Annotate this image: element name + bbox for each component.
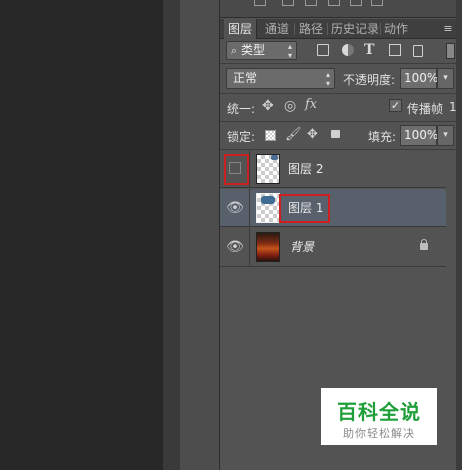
propagate-frame-label: 传播帧 [407, 102, 444, 116]
adjustment-filter-icon[interactable] [342, 44, 354, 56]
watermark-logo: 百科全说 助你轻松解决 [321, 388, 437, 445]
eye-icon[interactable]: 👁 [220, 228, 250, 266]
divider [220, 93, 456, 94]
lock-position-move-icon[interactable]: ✥ [307, 127, 318, 142]
divider [220, 121, 456, 122]
lock-shackle [421, 239, 427, 244]
type-filter-icon[interactable]: T [364, 42, 374, 58]
shape-filter-icon[interactable] [389, 44, 401, 56]
thumbnail-content [261, 196, 275, 204]
unify-position-icon[interactable]: ✥ [262, 98, 274, 114]
panel-menu-icon[interactable]: ≡ [440, 19, 456, 39]
tab-layers[interactable]: 图层 [224, 19, 258, 39]
layer-name[interactable]: 背景 [290, 228, 314, 266]
select-arrows-icon: ▴ ▾ [287, 42, 292, 60]
highlight-box [224, 154, 249, 185]
filter-kind-label: 类型 [241, 43, 266, 57]
unify-label: 统一: [227, 102, 256, 116]
lock-transparent-icon[interactable] [265, 130, 276, 141]
fill-input[interactable]: 100% [400, 125, 438, 146]
select-arrows-icon: ▴ ▾ [325, 70, 330, 88]
fill-label: 填充: [368, 130, 397, 144]
tab-paths[interactable]: 路径 [295, 19, 327, 39]
fill-dropdown-button[interactable]: ▾ [437, 125, 454, 146]
watermark-subtitle: 助你轻松解决 [343, 427, 415, 440]
lock-all-icon[interactable] [331, 130, 340, 138]
toolbar-icon[interactable] [350, 0, 362, 6]
tab-actions[interactable]: 动作 [380, 19, 412, 39]
layer-row[interactable] [220, 150, 446, 188]
search-icon: ⌕ [231, 44, 238, 57]
thumbnail-content [271, 155, 278, 160]
eye-icon[interactable]: 👁 [220, 189, 250, 227]
tab-history[interactable]: 历史记录 [327, 19, 383, 39]
opacity-label: 不透明度: [343, 73, 396, 87]
unify-visibility-icon[interactable]: ◎ [284, 98, 296, 114]
toolbar-icon[interactable] [328, 0, 340, 6]
unify-style-icon[interactable]: fx [305, 97, 317, 112]
toolbar-icon[interactable] [305, 0, 317, 6]
layer-name[interactable]: 图层 2 [288, 150, 323, 188]
blend-mode-value: 正常 [233, 71, 258, 85]
panel-dock-gutter [180, 0, 220, 470]
pixel-filter-icon[interactable] [317, 44, 329, 56]
blend-mode-select[interactable]: 正常 ▴ ▾ [226, 68, 335, 89]
lock-label: 锁定: [227, 130, 256, 144]
canvas-edge [163, 0, 180, 470]
highlight-box [279, 194, 330, 223]
toolbar-icon[interactable] [282, 0, 294, 6]
smart-object-filter-icon[interactable] [413, 45, 423, 57]
watermark-title: 百科全说 [337, 400, 421, 424]
panel-scrollbar[interactable] [456, 0, 462, 470]
tab-channels[interactable]: 通道 [261, 19, 293, 39]
layer-filter-select[interactable]: ⌕ 类型 ▴ ▾ [226, 41, 297, 60]
toolbar-icon[interactable] [371, 0, 383, 6]
propagate-frame-value: 1 [449, 100, 457, 114]
filter-toggle[interactable] [446, 43, 455, 59]
canvas-area [0, 0, 163, 470]
toolbar-icon[interactable] [254, 0, 266, 6]
layer-row-selected[interactable] [220, 189, 446, 227]
opacity-input[interactable]: 100% [400, 68, 438, 89]
opacity-dropdown-button[interactable]: ▾ [437, 68, 454, 89]
propagate-frame-checkbox[interactable]: ✓ [389, 99, 402, 112]
layer-row[interactable] [220, 228, 446, 267]
divider [220, 63, 456, 64]
lock-pixels-brush-icon[interactable]: 🖌 [285, 127, 302, 142]
lock-icon [420, 243, 428, 250]
layer-thumbnail [256, 232, 280, 262]
